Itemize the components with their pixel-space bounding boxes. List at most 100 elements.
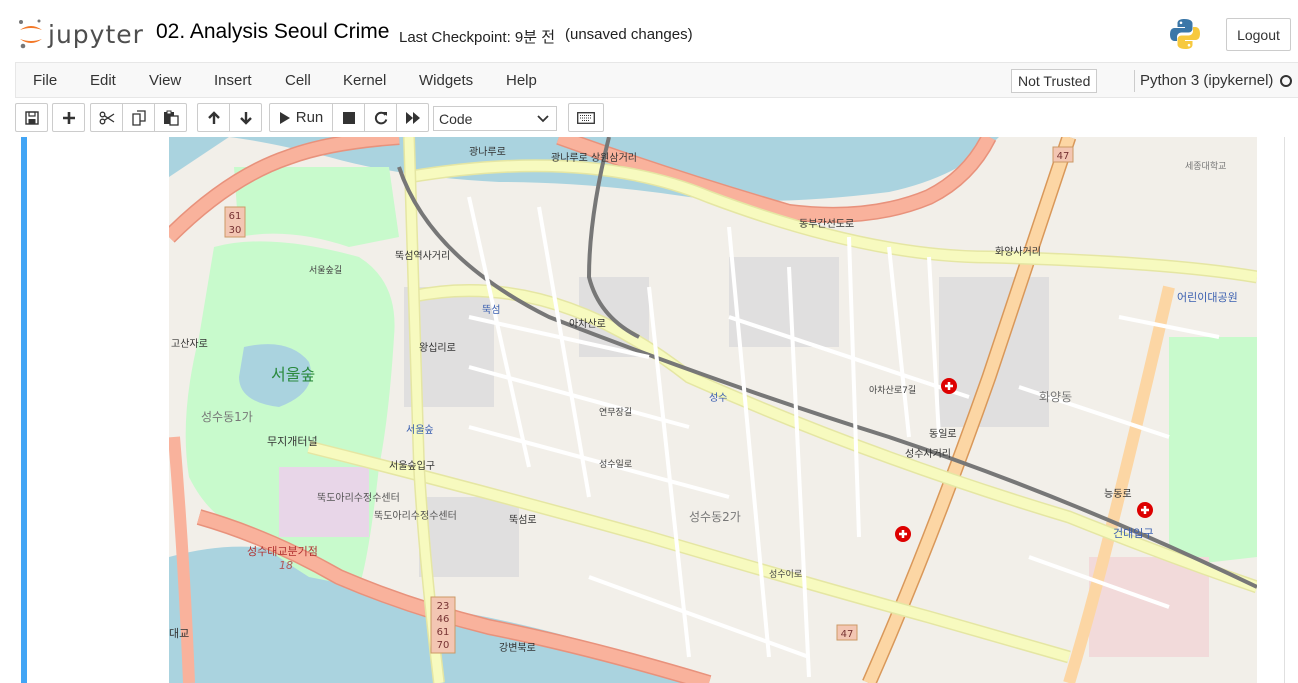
label-seoulsup-gil: 서울숲길 [309,265,342,276]
menu-file[interactable]: File [33,72,57,89]
hospital-marker[interactable] [895,526,911,542]
road-label-dongil: 동일로 [929,428,957,440]
menu-help[interactable]: Help [506,72,537,89]
run-group: Run [269,103,429,132]
copy-button[interactable] [122,103,155,132]
jupyter-logo[interactable]: jupyter [18,16,144,52]
menu-kernel[interactable]: Kernel [343,72,386,89]
svg-text:23: 23 [437,601,450,612]
kernel-idle-icon [1280,75,1292,87]
jupyter-logo-text: jupyter [48,19,144,49]
chevron-down-icon [537,115,549,123]
menu-cell[interactable]: Cell [285,72,311,89]
move-up-button[interactable] [197,103,230,132]
cut-icon [99,111,114,124]
play-icon [279,111,290,124]
run-button[interactable]: Run [269,103,333,132]
paste-icon [163,110,179,126]
road-label-gangbyeon: 강변북로 [499,642,536,654]
notebook-title[interactable]: 02. Analysis Seoul Crime [156,20,389,44]
move-down-button[interactable] [229,103,262,132]
command-palette-button[interactable] [568,103,604,132]
label-seoul-forest: 서울숲 [271,365,315,384]
menu-view[interactable]: View [149,72,181,89]
save-button[interactable] [15,103,48,132]
label-rainbow-tunnel: 무지개터널 [267,435,318,448]
svg-text:47: 47 [1057,151,1070,162]
label-ttukdo-water-plant: 뚝도아리수정수센터 [317,492,400,504]
stop-icon [342,111,355,124]
restart-button[interactable] [364,103,397,132]
folium-map[interactable]: 61 30 47 47 23 46 61 70 18 서울숲 성수동1가 성수동… [169,137,1257,683]
cell-type-value: Code [439,110,473,127]
road-label-seongsuiro: 성수이로 [769,569,802,580]
road-label-dongbu: 동부간선도로 [799,218,854,230]
toolbar: Run [0,99,1298,136]
arrow-down-icon [239,111,252,125]
label-hwayang: 화양동 [1039,390,1072,404]
autosave-status: (unsaved changes) [565,26,693,43]
kernel-name[interactable]: Python 3 (ipykernel) [1140,72,1273,89]
svg-text:70: 70 [437,640,450,651]
save-icon [24,110,39,125]
road-label-seongsuilro: 성수일로 [599,459,632,470]
move-group [197,103,262,132]
keyboard-group [568,103,604,132]
cell-type-select[interactable]: Code [433,106,557,131]
menu-widgets[interactable]: Widgets [419,72,473,89]
svg-text:30: 30 [229,225,242,236]
route-shield: 61 30 [224,206,246,238]
label-sejong-univ: 세종대학교 [1185,161,1226,172]
childrens-park [1169,337,1257,567]
label-childrens-park: 어린이대공원 [1177,291,1238,304]
interrupt-button[interactable] [332,103,365,132]
plus-icon [62,111,75,124]
label-seongsu1ga: 성수동1가 [201,410,253,424]
python-logo-icon [1170,19,1200,49]
road-label-gwangnaru: 광나루로 [469,146,506,158]
trust-status-button[interactable]: Not Trusted [1011,69,1098,93]
copy-icon [131,109,146,126]
hospital-marker[interactable] [941,378,957,394]
urban-block [419,497,519,577]
label-seongsu2ga: 성수동2가 [689,510,741,524]
label-ttukseom-junction: 뚝섬역사거리 [395,250,450,262]
park-top [234,167,399,247]
restart-run-all-button[interactable] [396,103,429,132]
river-left [169,137,229,177]
save-group [15,103,48,132]
label-ttukseom-station: 뚝섬 [482,304,500,316]
route-shield: 47 [1052,146,1074,163]
jupyter-logo-icon [19,19,42,49]
label-seoulsup-station: 서울숲 [406,424,434,436]
insert-cell-button[interactable] [52,103,85,132]
road-label-neungdong: 능동로 [1104,488,1132,500]
label-bridge: 대교 [169,627,189,640]
logout-button[interactable]: Logout [1226,18,1291,51]
paste-button[interactable] [154,103,187,132]
menu-insert[interactable]: Insert [214,72,252,89]
road-label-ttukseom: 뚝섬로 [509,514,537,526]
hospital-marker[interactable] [1137,502,1153,518]
road-label-yeonmujang: 연무장길 [599,407,632,418]
route-shield: 47 [836,624,858,641]
edit-group [90,103,187,132]
svg-text:61: 61 [229,211,242,222]
road-label-achasan7gil: 아차산로7길 [869,384,916,396]
menubar: File Edit View Insert Cell Kernel Widget… [15,62,1298,98]
road-label-sangwon: 광나루로 상원삼거리 [551,152,637,164]
label-seongsu-station: 성수 [709,392,727,404]
label-konkuk-univ-station: 건대입구 [1113,527,1153,540]
route-number: 18 [279,559,293,572]
map-canvas[interactable]: 61 30 47 47 23 46 61 70 18 서울숲 성수동1가 성수동… [169,137,1257,683]
run-label: Run [295,109,324,126]
svg-text:47: 47 [841,629,854,640]
cut-button[interactable] [90,103,123,132]
menu-edit[interactable]: Edit [90,72,116,89]
road-label-wangsimni: 왕십리로 [419,342,456,354]
label-seoulsup-entrance: 서울숲입구 [389,459,435,472]
last-checkpoint: Last Checkpoint: 9분 전 [399,29,556,46]
label-seongsu-bridge-jct: 성수대교분기점 [247,545,318,558]
road-label-achasan: 아차산로 [569,318,606,330]
notebook-header: jupyter 02. Analysis Seoul Crime Last Ch… [0,0,1298,63]
